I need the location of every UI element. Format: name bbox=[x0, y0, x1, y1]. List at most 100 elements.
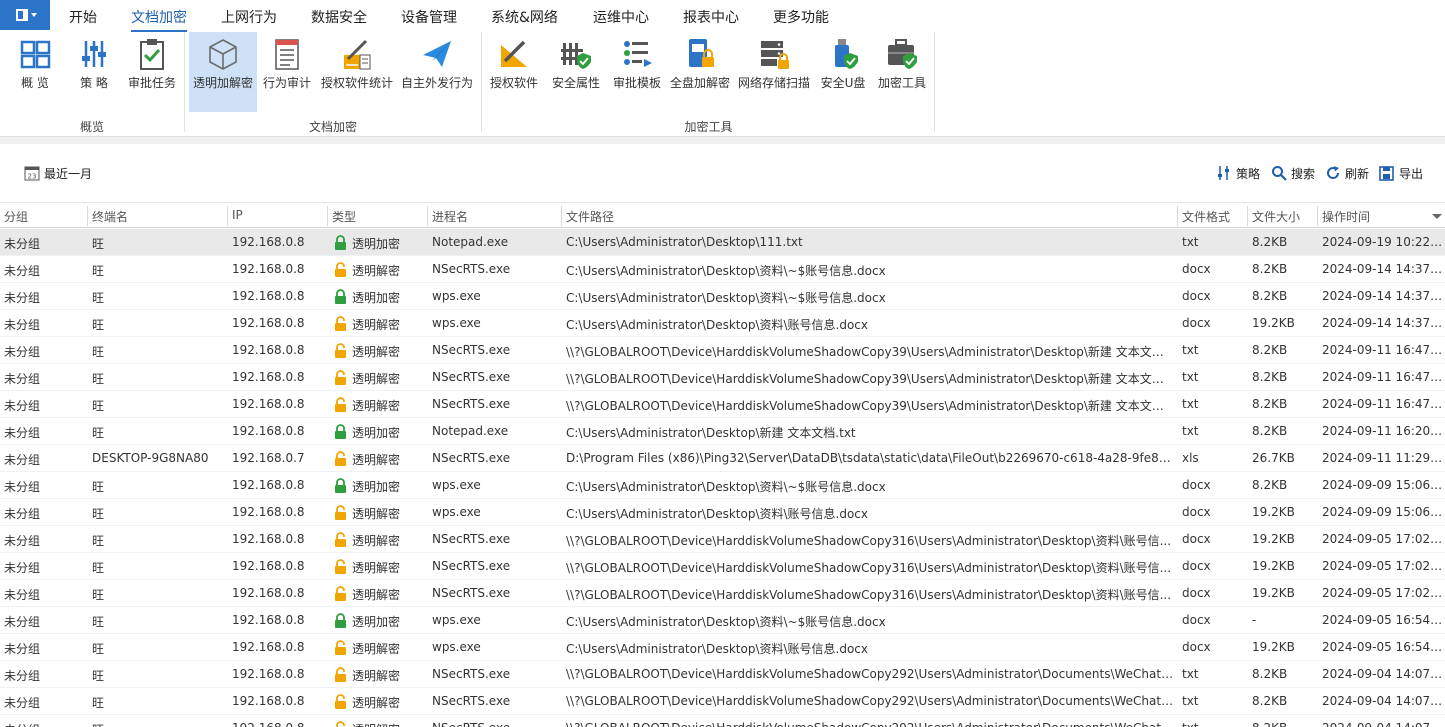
cell-terminal: 旺 bbox=[92, 588, 105, 602]
table-row[interactable]: 未分组 旺 192.168.0.8 透明加密 Notepad.exe C:\Users\A… bbox=[0, 418, 1445, 445]
cell-group: 未分组 bbox=[4, 480, 41, 494]
table-row[interactable]: 未分组旺192.168.0.8透明解密NSecRTS.exe\\?\GLOBAL… bbox=[0, 688, 1445, 715]
cell-file-format: docx bbox=[1182, 289, 1211, 303]
cell-terminal: 旺 bbox=[92, 669, 105, 683]
menu-tab-report-center[interactable]: 报表中心 bbox=[683, 7, 739, 27]
usb-shield-icon bbox=[835, 39, 858, 69]
table-row[interactable]: 未分组 旺 192.168.0.8 透明加密 wps.exe C:\Users\Admin… bbox=[0, 283, 1445, 310]
table-row[interactable]: 未分组旺192.168.0.8透明解密NSecRTS.exe\\?\GLOBAL… bbox=[0, 391, 1445, 418]
ribbon-approval-task-button[interactable]: 审批任务 bbox=[124, 32, 180, 112]
table-row[interactable]: 未分组 旺 192.168.0.8 透明解密 wps.exe C:\Users\Admin… bbox=[0, 310, 1445, 337]
cell-time: 2024-09-05 17:02:05 bbox=[1322, 586, 1444, 600]
menu-tab-ops-center[interactable]: 运维中心 bbox=[593, 7, 649, 27]
column-divider[interactable] bbox=[327, 206, 328, 226]
column-header-terminal[interactable]: 终端名 bbox=[92, 208, 128, 225]
column-header-time[interactable]: 操作时间 bbox=[1322, 208, 1370, 225]
ribbon-full-disk-crypt-button[interactable]: 全盘加解密 bbox=[668, 32, 732, 112]
cell-file-format: docx bbox=[1182, 559, 1211, 573]
list-template-icon bbox=[624, 41, 652, 67]
ribbon-network-storage-scan-button[interactable]: 网络存储扫描 bbox=[736, 32, 812, 112]
cell-group: 未分组 bbox=[4, 399, 41, 413]
cell-ip: 192.168.0.7 bbox=[232, 451, 305, 465]
lock-open-icon bbox=[335, 532, 346, 547]
ribbon-transparent-crypt-button[interactable]: 透明加解密 bbox=[189, 32, 257, 112]
sort-descending-icon[interactable] bbox=[1432, 214, 1442, 219]
menu-tab-more[interactable]: 更多功能 bbox=[773, 7, 829, 27]
calendar-day-text: 23 bbox=[28, 173, 37, 181]
column-divider[interactable] bbox=[227, 206, 228, 226]
table-row[interactable]: 未分组 DESKTOP-9G8NA80 192.168.0.7 透明解密 NSecRTS… bbox=[0, 445, 1445, 472]
cell-file-size: 26.7KB bbox=[1252, 451, 1295, 465]
ribbon-behavior-audit-button[interactable]: 行为审计 bbox=[260, 32, 314, 112]
menu-tab-data-security[interactable]: 数据安全 bbox=[311, 7, 367, 27]
column-header-type[interactable]: 类型 bbox=[332, 208, 356, 225]
cell-time: 2024-09-05 16:54:58 bbox=[1322, 613, 1444, 627]
cell-file-path: C:\Users\Administrator\Desktop\资料\账号信息.d… bbox=[566, 642, 869, 656]
table-row[interactable]: 未分组旺192.168.0.8透明解密NSecRTS.exe\\?\GLOBAL… bbox=[0, 526, 1445, 553]
ribbon-auth-software-button[interactable]: 授权软件 bbox=[487, 32, 541, 112]
menu-tab-web-behavior[interactable]: 上网行为 bbox=[221, 7, 277, 27]
column-header-file-size[interactable]: 文件大小 bbox=[1252, 208, 1300, 225]
app-menu-button[interactable] bbox=[0, 0, 50, 30]
column-header-file-format[interactable]: 文件格式 bbox=[1182, 208, 1230, 225]
ribbon-button-label: 安全属性 bbox=[551, 76, 600, 90]
ribbon-button-label: 安全U盘 bbox=[820, 76, 866, 90]
table-row[interactable]: 未分组 旺 192.168.0.8 透明加密 wps.exe C:\Users\Admin… bbox=[0, 472, 1445, 499]
export-button[interactable]: 导出 bbox=[1379, 165, 1423, 182]
search-button[interactable]: 搜索 bbox=[1271, 165, 1315, 182]
strategy-button[interactable]: 策略 bbox=[1216, 165, 1260, 182]
cell-group: 未分组 bbox=[4, 561, 41, 575]
cell-file-size: 19.2KB bbox=[1252, 505, 1295, 519]
menu-tab-doc-encrypt[interactable]: 文档加密 bbox=[131, 7, 187, 32]
ribbon-auth-software-stats-button[interactable]: 授权软件统计 bbox=[318, 32, 396, 112]
column-divider[interactable] bbox=[1317, 206, 1318, 226]
ribbon-security-attr-button[interactable]: 安全属性 bbox=[549, 32, 603, 112]
cell-ip: 192.168.0.8 bbox=[232, 586, 305, 600]
ribbon-button-label: 策 略 bbox=[80, 76, 108, 90]
ribbon-secure-usb-button[interactable]: 安全U盘 bbox=[818, 32, 868, 112]
table-row[interactable]: 未分组 旺 192.168.0.8 透明加密 Notepad.exe C:\Users\A… bbox=[0, 229, 1445, 256]
menu-tab-device-mgmt[interactable]: 设备管理 bbox=[401, 7, 457, 27]
menu-tab-system-network[interactable]: 系统&网络 bbox=[491, 7, 558, 27]
cell-file-path: \\?\GLOBALROOT\Device\HarddiskVolumeShad… bbox=[566, 561, 1172, 575]
column-header-process[interactable]: 进程名 bbox=[432, 208, 468, 225]
column-divider[interactable] bbox=[427, 206, 428, 226]
ribbon-approval-template-button[interactable]: 审批模板 bbox=[610, 32, 664, 112]
table-row[interactable]: 未分组旺192.168.0.8透明解密NSecRTS.exe\\?\GLOBAL… bbox=[0, 580, 1445, 607]
cell-type: 透明解密 bbox=[352, 534, 401, 548]
column-header-ip[interactable]: IP bbox=[232, 208, 243, 222]
ribbon-self-outbound-button[interactable]: 自主外发行为 bbox=[399, 32, 475, 112]
table-row[interactable]: 未分组 旺 192.168.0.8 透明解密 NSecRTS.exe C:\Users\A… bbox=[0, 256, 1445, 283]
table-row[interactable]: 未分组旺192.168.0.8透明解密NSecRTS.exe\\?\GLOBAL… bbox=[0, 337, 1445, 364]
column-divider[interactable] bbox=[1247, 206, 1248, 226]
fence-shield-icon bbox=[561, 43, 591, 69]
column-divider[interactable] bbox=[561, 206, 562, 226]
refresh-button[interactable]: 刷新 bbox=[1325, 165, 1369, 182]
ribbon-encrypt-tool-button[interactable]: 加密工具 bbox=[874, 32, 930, 112]
date-range-selector[interactable]: 23 最近一月 bbox=[24, 165, 92, 182]
cube-icon bbox=[209, 39, 237, 70]
ribbon-strategy-button[interactable]: 策 略 bbox=[69, 32, 119, 112]
cell-group: 未分组 bbox=[4, 721, 86, 727]
table-row[interactable]: 未分组旺192.168.0.8透明解密NSecRTS.exe\\?\GLOBAL… bbox=[0, 364, 1445, 391]
ribbon-overview-button[interactable]: 概 览 bbox=[10, 32, 60, 112]
column-header-file-path[interactable]: 文件路径 bbox=[566, 208, 614, 225]
table-row[interactable]: 未分组 旺 192.168.0.8 透明解密 wps.exe C:\Users\Admin… bbox=[0, 634, 1445, 661]
column-header-group[interactable]: 分组 bbox=[4, 208, 28, 225]
cell-terminal: 旺 bbox=[92, 507, 105, 521]
table-row[interactable]: 未分组旺192.168.0.8透明解密NSecRTS.exe\\?\GLOBAL… bbox=[0, 715, 1445, 727]
cell-process: wps.exe bbox=[432, 613, 481, 627]
table-row[interactable]: 未分组旺192.168.0.8透明解密NSecRTS.exe\\?\GLOBAL… bbox=[0, 661, 1445, 688]
table-row[interactable]: 未分组 旺 192.168.0.8 透明加密 wps.exe C:\Users\Admin… bbox=[0, 607, 1445, 634]
table-row[interactable]: 未分组旺192.168.0.8透明解密NSecRTS.exe\\?\GLOBAL… bbox=[0, 553, 1445, 580]
lock-closed-icon bbox=[335, 424, 346, 439]
table-row[interactable]: 未分组 旺 192.168.0.8 透明解密 wps.exe C:\Users\Admin… bbox=[0, 499, 1445, 526]
cell-file-format: txt bbox=[1182, 694, 1199, 708]
column-divider[interactable] bbox=[1177, 206, 1178, 226]
cell-ip: 192.168.0.8 bbox=[232, 613, 305, 627]
column-divider[interactable] bbox=[87, 206, 88, 226]
cell-terminal: 旺 bbox=[92, 291, 105, 305]
cell-file-size: 19.2KB bbox=[1252, 559, 1295, 573]
menu-tab-start[interactable]: 开始 bbox=[69, 7, 97, 27]
lock-closed-icon bbox=[335, 235, 346, 250]
